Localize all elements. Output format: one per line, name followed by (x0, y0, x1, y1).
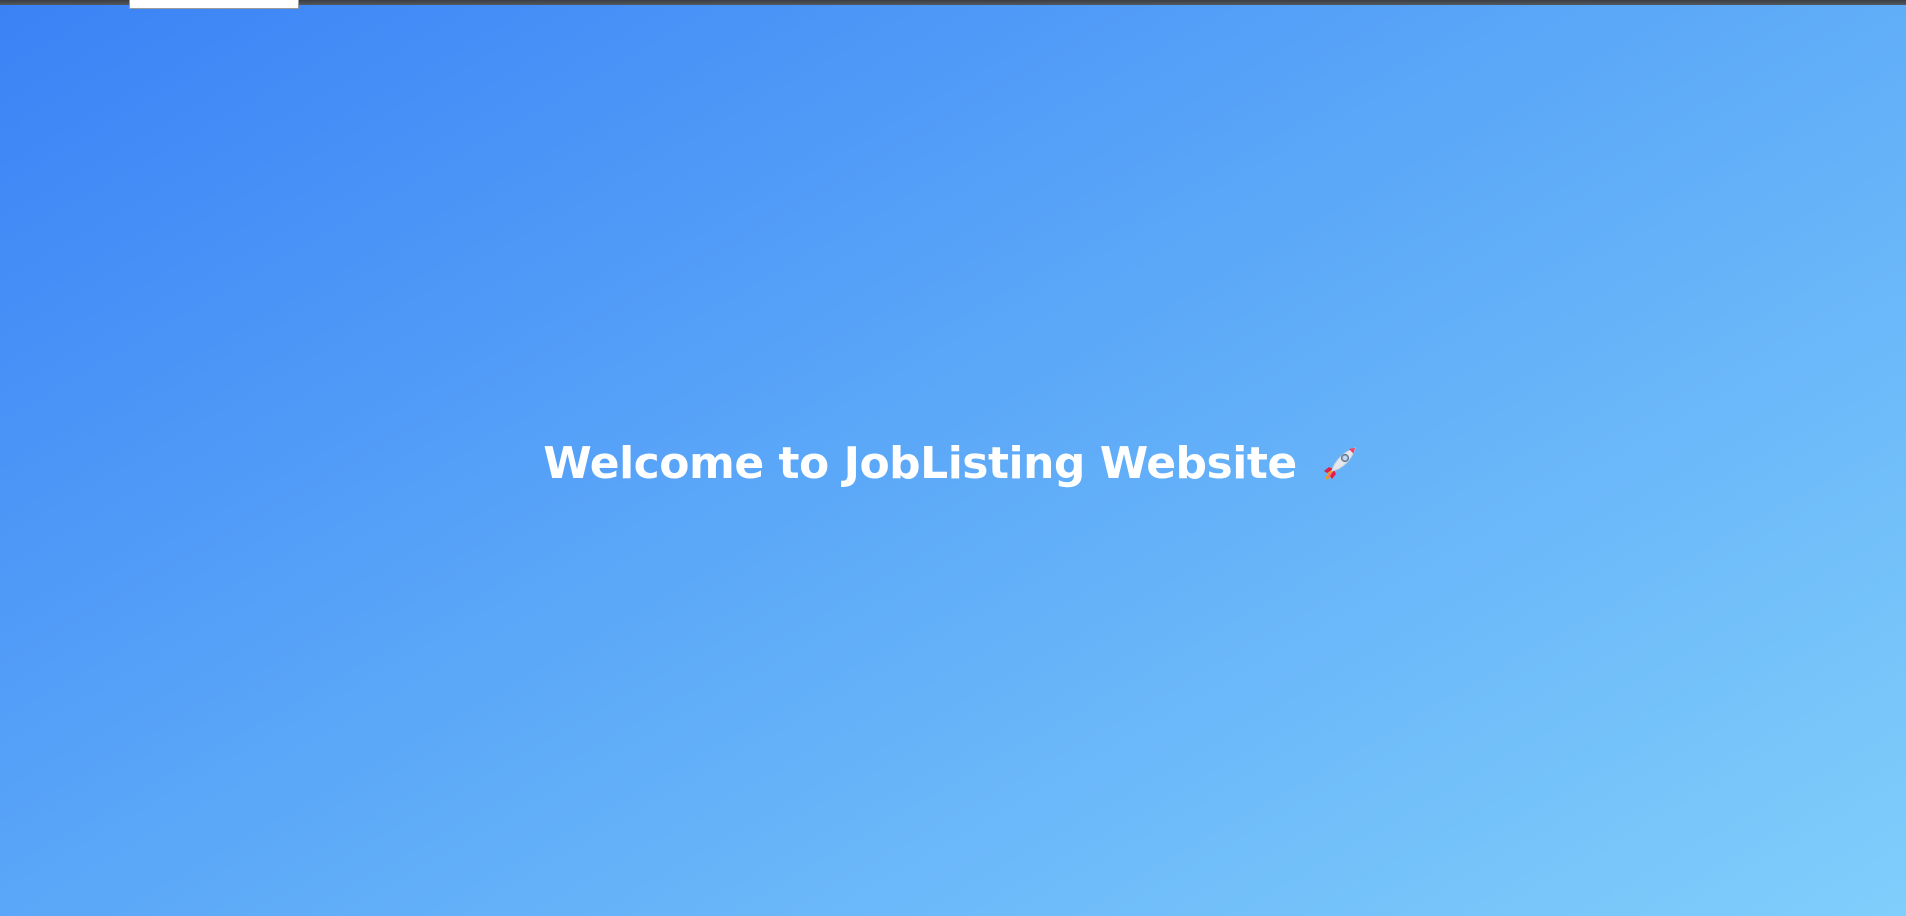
hero-section: Welcome to JobListing Website (0, 436, 1906, 492)
rocket-icon (1323, 447, 1356, 480)
hero-title: Welcome to JobListing Website (543, 436, 1362, 492)
hero-title-text: Welcome to JobListing Website (543, 438, 1297, 489)
landing-page: Welcome to JobListing Website (0, 0, 1906, 916)
tooltip (129, 0, 299, 9)
